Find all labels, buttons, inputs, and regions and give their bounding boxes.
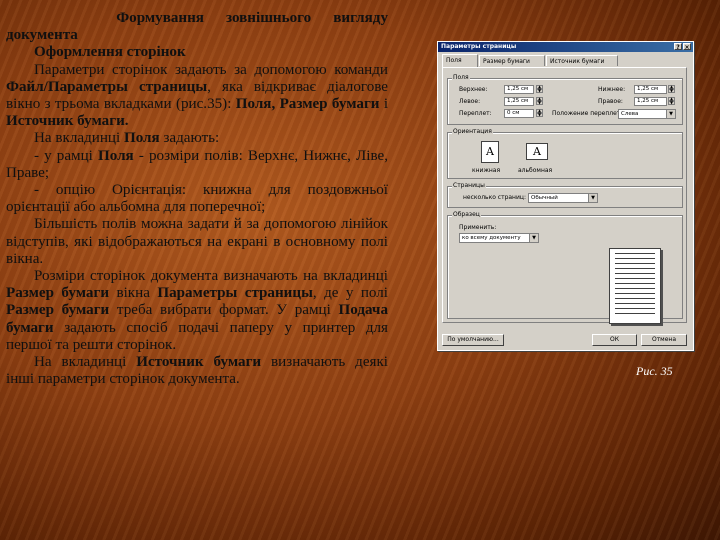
- right-margin-label: Правое:: [598, 98, 623, 105]
- tab-margins[interactable]: Поля: [442, 54, 478, 67]
- paragraph-7: На вкладинці Источник бумаги визначають …: [6, 354, 388, 388]
- paragraph-5: Більшість полів можна задати й за допомо…: [6, 216, 388, 267]
- top-margin-label: Верхнее:: [459, 86, 488, 93]
- apply-to-select[interactable]: ко всему документу ▼: [459, 233, 539, 243]
- page-preview: [609, 248, 661, 324]
- pages-group: Страницы несколько страниц: Обычный ▼: [447, 182, 683, 208]
- dialog-titlebar: Параметры страницы ? ×: [438, 42, 693, 52]
- spin-down-icon[interactable]: ▼: [536, 113, 543, 117]
- margins-group-label: Поля: [452, 74, 470, 81]
- title-line-1: Формування зовнішнього вигляду: [116, 10, 388, 26]
- body-text: Формування зовнішнього вигляду документа…: [6, 10, 388, 388]
- default-button[interactable]: По умолчанию...: [442, 334, 504, 346]
- gutter-field[interactable]: 0 см: [504, 109, 534, 118]
- spin-down-icon[interactable]: ▼: [536, 89, 543, 93]
- spin-down-icon[interactable]: ▼: [536, 101, 543, 105]
- multiple-pages-label: несколько страниц:: [463, 194, 526, 201]
- landscape-option[interactable]: альбомная: [518, 167, 552, 174]
- page-setup-dialog: Параметры страницы ? × Поля Размер бумаг…: [437, 41, 694, 351]
- bottom-margin-field[interactable]: 1,25 см: [634, 85, 667, 94]
- multiple-pages-value: Обычный: [531, 195, 558, 201]
- paragraph-4: - опцію Орієнтація: книжна для поздовжнь…: [6, 182, 388, 216]
- bottom-margin-label: Нижнее:: [598, 86, 626, 93]
- subtitle: Оформлення сторінок: [34, 44, 186, 61]
- title-line-2: документа: [6, 27, 78, 44]
- spin-down-icon[interactable]: ▼: [668, 89, 675, 93]
- pages-group-label: Страницы: [452, 182, 486, 189]
- paragraph-2: На вкладинці Поля задають:: [34, 130, 220, 147]
- gutter-stepper[interactable]: ▲ ▼: [536, 109, 543, 118]
- chevron-down-icon[interactable]: ▼: [529, 234, 538, 242]
- right-margin-stepper[interactable]: ▲ ▼: [668, 97, 675, 106]
- portrait-option[interactable]: книжная: [472, 167, 500, 174]
- orientation-group-label: Ориентация: [452, 128, 493, 135]
- tab-paper-size[interactable]: Размер бумаги: [479, 55, 545, 66]
- spin-down-icon[interactable]: ▼: [668, 101, 675, 105]
- right-margin-field[interactable]: 1,25 см: [634, 97, 667, 106]
- left-margin-stepper[interactable]: ▲ ▼: [536, 97, 543, 106]
- chevron-down-icon[interactable]: ▼: [588, 194, 597, 202]
- help-icon[interactable]: ?: [674, 43, 682, 51]
- cancel-button[interactable]: Отмена: [641, 334, 687, 346]
- multiple-pages-select[interactable]: Обычный ▼: [528, 193, 598, 203]
- paragraph-3: - у рамці Поля - розміри полів: Верхнє, …: [6, 147, 389, 181]
- tab-paper-source[interactable]: Источник бумаги: [546, 55, 618, 66]
- chevron-down-icon[interactable]: ▼: [666, 110, 675, 118]
- gutter-position-value: Слева: [621, 111, 639, 117]
- ok-button[interactable]: ОК: [592, 334, 637, 346]
- paragraph-6: Розміри сторінок документа визначають на…: [6, 268, 388, 353]
- apply-to-label: Применить:: [459, 224, 497, 231]
- left-margin-label: Левое:: [459, 98, 481, 105]
- gutter-position-select[interactable]: Слева ▼: [618, 109, 676, 119]
- bottom-margin-stepper[interactable]: ▲ ▼: [668, 85, 675, 94]
- gutter-position-label: Положение переплета:: [552, 110, 626, 117]
- portrait-icon[interactable]: A: [481, 141, 499, 163]
- landscape-icon[interactable]: A: [526, 143, 548, 160]
- top-margin-stepper[interactable]: ▲ ▼: [536, 85, 543, 94]
- orientation-group: Ориентация A книжная A альбомная: [447, 128, 683, 179]
- top-margin-field[interactable]: 1,25 см: [504, 85, 534, 94]
- close-icon[interactable]: ×: [683, 43, 691, 51]
- gutter-label: Переплет:: [459, 110, 492, 117]
- left-margin-field[interactable]: 1,25 см: [504, 97, 534, 106]
- figure-caption: Рис. 35: [636, 364, 673, 378]
- dialog-title: Параметры страницы: [441, 43, 517, 50]
- apply-to-value: ко всему документу: [462, 235, 521, 241]
- preview-group-label: Образец: [452, 211, 481, 218]
- margins-group: Поля Верхнее: 1,25 см ▲ ▼ Нижнее: 1,25 см…: [447, 74, 683, 125]
- paragraph-1: Параметри сторінок задають за допомогою …: [6, 61, 389, 130]
